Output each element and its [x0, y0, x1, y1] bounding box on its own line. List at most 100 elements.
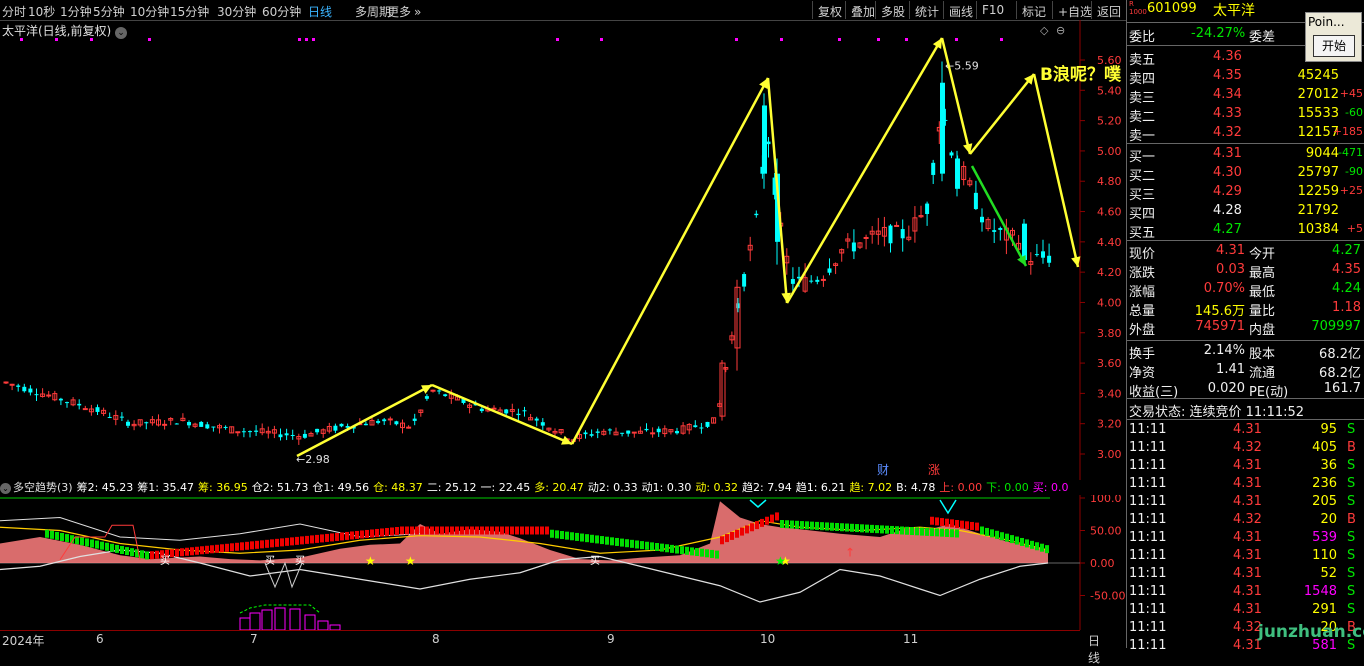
indicator-value: 多: 20.47: [534, 481, 584, 494]
toolbar-button-8[interactable]: 返回: [1091, 1, 1126, 19]
indicator-value: 仓2: 51.73: [251, 481, 309, 494]
period-tab-5[interactable]: 15分钟: [170, 3, 209, 20]
toolbar-button-2[interactable]: 多股: [875, 1, 910, 19]
indicator-chart[interactable]: 100.050.000.00-50.00★ ★ ★★买买买买↑: [0, 495, 1126, 630]
indicator-value: 二: 25.12: [426, 481, 477, 494]
toolbar-button-0[interactable]: 复权: [812, 1, 847, 19]
wave-arrow-green: [970, 165, 1028, 267]
wave-arrow-3: [570, 77, 770, 445]
sell-row-2[interactable]: 卖四 4.35 45245: [1127, 67, 1364, 87]
zoom-out-icon[interactable]: ⊖: [1056, 24, 1065, 37]
period-toolbar: 分时 10秒 1分钟 5分钟 10分钟 15分钟 30分钟 60分钟 日线 多周期 更多» 复权 叠加…: [0, 0, 1126, 21]
sell-row-3[interactable]: 卖三 4.34 27012 +45: [1127, 86, 1364, 106]
indicator-value: 趋: 7.02: [849, 481, 893, 494]
badge-zhang[interactable]: 涨: [928, 462, 940, 477]
buy-row-1[interactable]: 买一 4.31 9044 -471: [1127, 145, 1364, 165]
axis-mode-label[interactable]: 日线: [1088, 632, 1100, 666]
date-label: 8: [432, 632, 440, 646]
ind-y-tick: 0.00: [1090, 557, 1115, 570]
period-tab-10[interactable]: 更多»: [387, 3, 421, 20]
collapse-icon[interactable]: ⌄: [0, 483, 11, 494]
signal-dot: [556, 38, 559, 41]
signal-dot: [148, 38, 151, 41]
toolbar-button-3[interactable]: 统计: [909, 1, 944, 19]
stat-row-1: 涨跌 0.03 最高 4.35: [1129, 262, 1361, 281]
buy-row-3[interactable]: 买三 4.29 12259 +25: [1127, 183, 1364, 203]
ind-y-tick: -50.00: [1090, 590, 1125, 603]
share-row-0: 换手 2.14% 股本 68.2亿: [1129, 343, 1361, 362]
stock-name: 太平洋: [1213, 3, 1255, 19]
period-tab-3[interactable]: 5分钟: [93, 3, 125, 20]
stat-row-2: 涨幅 0.70% 最低 4.24: [1129, 281, 1361, 300]
y-tick-label: 5.00: [1097, 145, 1122, 158]
tick-row: 11:11 4.31 539 S: [1129, 530, 1356, 545]
y-tick-label: 4.80: [1097, 175, 1122, 188]
date-label: 11: [903, 632, 919, 646]
diamond-icon[interactable]: ◇: [1040, 24, 1049, 37]
start-button[interactable]: 开始: [1313, 35, 1355, 57]
r-badge-icon: R 1000: [1129, 0, 1147, 16]
quote-panel: R1000 601099 太平洋 委比 -24.27% 委差 卖五4.36301…: [1126, 0, 1364, 653]
tick-row: 11:11 4.31 95 S: [1129, 422, 1356, 437]
sell-row-5[interactable]: 卖一 4.32 12157 +185: [1127, 124, 1364, 144]
up-arrow-icon: ↑: [845, 546, 855, 560]
date-label: 2024年: [2, 634, 45, 648]
signal-dot: [55, 38, 58, 41]
y-tick-label: 4.60: [1097, 206, 1122, 219]
buy-row-5[interactable]: 买五 4.27 10384 +5: [1127, 221, 1364, 241]
period-tab-9[interactable]: 多周期: [355, 3, 391, 20]
period-tab-7[interactable]: 60分钟: [262, 3, 301, 20]
period-tab-2[interactable]: 1分钟: [60, 3, 92, 20]
buy-marker: 买: [160, 555, 170, 567]
y-tick-label: 4.00: [1097, 296, 1122, 309]
kline-chart[interactable]: 5.605.405.205.004.804.604.404.204.003.80…: [0, 20, 1126, 480]
share-row-1: 净资 1.41 流通 68.2亿: [1129, 362, 1361, 381]
date-label: 10: [760, 632, 776, 646]
popup-title: Poin...: [1308, 15, 1345, 29]
indicator-value: B: 4.78: [896, 481, 936, 494]
tick-row: 11:11 4.31 36 S: [1129, 458, 1356, 473]
indicator-value: 下: 0.00: [986, 481, 1029, 494]
signal-dot: [877, 38, 880, 41]
signal-dot: [955, 38, 958, 41]
date-label: 6: [96, 632, 104, 646]
sell-row-4[interactable]: 卖二 4.33 15533 -60: [1127, 105, 1364, 125]
toolbar-button-5[interactable]: F10: [976, 1, 1009, 19]
stock-code: 601099: [1147, 1, 1197, 16]
tick-row: 11:11 4.31 236 S: [1129, 476, 1356, 491]
point-popup[interactable]: Poin... 开始: [1305, 12, 1362, 62]
indicator-value: 筹: 36.95: [198, 481, 248, 494]
star-icon: ★: [365, 554, 376, 568]
signal-dot: [312, 38, 315, 41]
toolbar-button-4[interactable]: 画线: [943, 1, 978, 19]
period-tab-8[interactable]: 日线: [308, 3, 332, 20]
buy-marker: 买: [590, 555, 600, 567]
share-row-2: 收益(三) 0.020 PE(动) 161.7: [1129, 381, 1361, 400]
badge-cai[interactable]: 财: [877, 463, 889, 477]
y-tick-label: 3.20: [1097, 418, 1122, 431]
indicator-value: 买: 0.0: [1032, 481, 1069, 494]
ind-y-tick: 50.00: [1090, 525, 1122, 538]
tick-row: 11:11 4.31 205 S: [1129, 494, 1356, 509]
period-tab-1[interactable]: 10秒: [28, 3, 55, 20]
y-tick-label: 4.20: [1097, 266, 1122, 279]
y-tick-label: 3.60: [1097, 357, 1122, 370]
indicator-value: 动: 0.32: [695, 481, 739, 494]
signal-dot: [838, 38, 841, 41]
period-tab-4[interactable]: 10分钟: [130, 3, 169, 20]
magenta-bars: [239, 607, 341, 630]
buy-row-2[interactable]: 买二 4.30 25797 -90: [1127, 164, 1364, 184]
buy-marker: 买: [265, 555, 275, 567]
trade-status: 交易状态: 连续竞价 11:11:52: [1129, 405, 1305, 420]
period-tab-0[interactable]: 分时: [2, 3, 26, 20]
y-tick-label: 5.20: [1097, 115, 1122, 128]
signal-dot: [905, 38, 908, 41]
tick-row: 11:11 4.32 20 B: [1129, 512, 1356, 527]
y-tick-label: 5.40: [1097, 84, 1122, 97]
period-tab-6[interactable]: 30分钟: [217, 3, 256, 20]
buy-row-4[interactable]: 买四 4.28 21792: [1127, 202, 1364, 222]
stat-row-3: 总量 145.6万 量比 1.18: [1129, 300, 1361, 319]
signal-dot: [20, 38, 23, 41]
ind-y-tick: 100.0: [1090, 495, 1122, 505]
toolbar-button-6[interactable]: 标记: [1016, 1, 1051, 19]
